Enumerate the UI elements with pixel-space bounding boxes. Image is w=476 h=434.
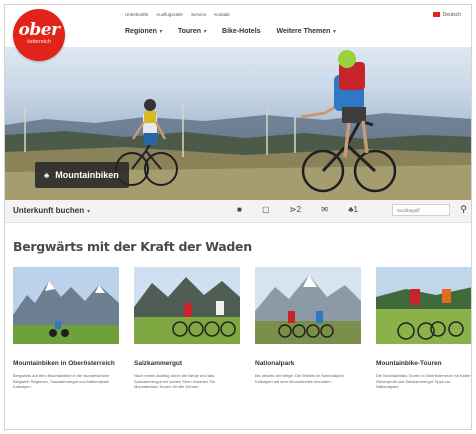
- card-mountainbiken[interactable]: Mountainbiken in Oberösterreich Bergwärt…: [13, 267, 119, 390]
- nav-item-touren[interactable]: Touren ▾: [178, 28, 206, 35]
- section-heading: Bergwärts mit der Kraft der Waden: [13, 239, 252, 254]
- chevron-down-icon: ▾: [87, 209, 91, 215]
- meta-link[interactable]: Ausflugsziele: [156, 12, 183, 17]
- meta-links: Unterkünfte Ausflugsziele Service Kontak…: [125, 12, 237, 17]
- main-nav: Regionen ▾ Touren ▾ Bike-Hotels Weitere Th…: [125, 28, 349, 35]
- card-title: Nationalpark: [255, 360, 295, 367]
- flag-icon: [432, 12, 440, 18]
- filter-icon[interactable]: ⊳2: [290, 205, 301, 214]
- nav-item-bike-hotels[interactable]: Bike-Hotels: [222, 28, 261, 35]
- chevron-down-icon: ▾: [158, 29, 162, 35]
- nav-item-weitere-themen[interactable]: Weitere Themen ▾: [277, 28, 336, 35]
- card-description: Die Mountainbike-Touren in Oberösterreic…: [376, 373, 472, 390]
- card-image: [13, 267, 119, 344]
- logo-wordmark: ober: [18, 20, 61, 40]
- card-description: Bis abseits der Wege: Die Wildnis im Nat…: [255, 373, 344, 384]
- people-icon[interactable]: ♣1: [348, 205, 358, 214]
- search-placeholder: Suchbegriff: [397, 208, 420, 213]
- card-description: Nach einem Ausflug durch die Berge und d…: [134, 373, 216, 390]
- card-image: [134, 267, 240, 344]
- meta-link[interactable]: Unterkünfte: [125, 12, 148, 17]
- book-accommodation-label: Unterkunft buchen: [13, 206, 85, 215]
- card-title: Mountainbiken in Oberösterreich: [13, 360, 115, 367]
- card-image: [255, 267, 361, 344]
- hero-badge[interactable]: ♣ Mountainbiken: [35, 162, 129, 188]
- meta-link[interactable]: Service: [191, 12, 206, 17]
- hero-image: ♣ Mountainbiken: [5, 47, 471, 200]
- language-switcher[interactable]: Deutsch: [432, 12, 461, 18]
- card-salzkammergut[interactable]: Salzkammergut Nach einem Ausflug durch d…: [134, 267, 240, 390]
- book-accommodation-button[interactable]: Unterkunft buchen ▾: [13, 206, 90, 215]
- map-icon[interactable]: ▢: [262, 205, 270, 214]
- card-image: [376, 267, 471, 344]
- chevron-down-icon: ▾: [332, 29, 336, 35]
- card-nationalpark[interactable]: Nationalpark Bis abseits der Wege: Die W…: [255, 267, 361, 384]
- nav-item-regionen[interactable]: Regionen ▾: [125, 28, 162, 35]
- booking-bar: Unterkunft buchen ▾ ■ ▢ ⊳2 ✉ ♣1 Suchbegri…: [5, 200, 471, 223]
- language-label: Deutsch: [442, 12, 461, 18]
- browser-frame: Unterkünfte Ausflugsziele Service Kontak…: [4, 4, 472, 430]
- search-icon[interactable]: ⚲: [460, 204, 467, 215]
- chevron-down-icon: ▾: [203, 29, 207, 35]
- card-mountainbike-touren[interactable]: Mountainbike-Touren Die Mountainbike-Tou…: [376, 267, 472, 390]
- card-title: Salzkammergut: [134, 360, 183, 367]
- top-header: Unterkünfte Ausflugsziele Service Kontak…: [5, 5, 471, 48]
- brand-logo[interactable]: ober österreich: [13, 9, 65, 61]
- camera-icon[interactable]: ■: [237, 205, 242, 214]
- booking-icons: ■ ▢ ⊳2 ✉ ♣1: [237, 205, 376, 214]
- hero-badge-label: Mountainbiken: [55, 170, 119, 180]
- bike-icon: ♣: [44, 171, 50, 180]
- mail-icon[interactable]: ✉: [321, 205, 328, 214]
- card-title: Mountainbike-Touren: [376, 360, 442, 367]
- card-description: Bergwärts auf dem Mountainbike in die wu…: [13, 373, 110, 390]
- search-input[interactable]: Suchbegriff: [392, 204, 450, 216]
- meta-link[interactable]: Kontakt: [214, 12, 229, 17]
- logo-subtitle: österreich: [27, 39, 51, 45]
- card-list: Mountainbiken in Oberösterreich Bergwärt…: [13, 267, 472, 429]
